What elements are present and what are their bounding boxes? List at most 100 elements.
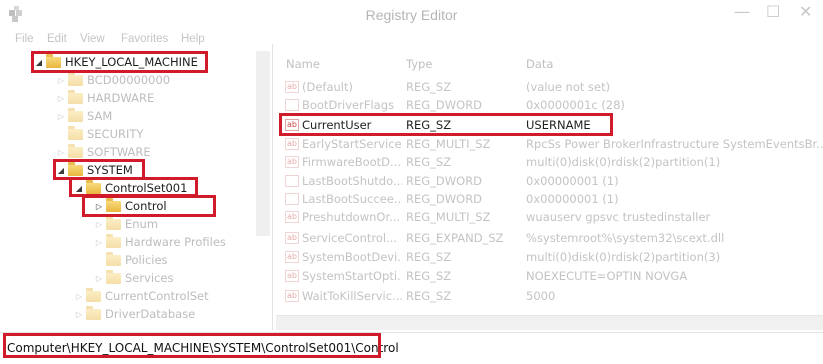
value-data: multi(0)disk(0)rdisk(2)partition(1) (526, 155, 721, 169)
string-value-icon: ab (285, 270, 299, 282)
value-type: REG_SZ (406, 80, 452, 94)
string-value-icon: ab (285, 81, 299, 93)
value-name: LastBootShutdo... (302, 174, 402, 188)
maximize-button[interactable]: ☐ (766, 2, 780, 21)
tree-node-services[interactable]: ▷ Services (94, 269, 174, 287)
value-type: REG_EXPAND_SZ (406, 231, 504, 245)
folder-icon (86, 306, 101, 320)
value-row[interactable]: BootDriverFlags REG_DWORD 0x0000001c (28… (283, 96, 813, 114)
value-name: EarlyStartServices (302, 137, 402, 151)
tree-node-label: Policies (125, 253, 168, 267)
string-value-icon: ab (285, 290, 299, 302)
value-type: REG_SZ (406, 250, 452, 264)
folder-icon (86, 288, 101, 302)
tree-node-label: BCD00000000 (87, 73, 171, 87)
tree-node-label: Services (125, 271, 174, 285)
tree-node-label: DriverDatabase (105, 307, 196, 321)
column-header-data[interactable]: Data (526, 57, 553, 71)
value-data: NOEXECUTE=OPTIN NOVGA (526, 269, 688, 283)
binary-value-icon (285, 175, 299, 187)
value-type: REG_MULTI_SZ (406, 210, 491, 224)
expand-arrow-icon[interactable]: ▷ (94, 234, 104, 252)
tree-node-label: SOFTWARE (87, 145, 151, 159)
value-data: %systemroot%\system32\scext.dll (526, 231, 725, 245)
value-row[interactable]: ab PreshutdownOr... REG_MULTI_SZ wuauser… (283, 208, 813, 226)
highlight-box-currentuser (279, 113, 613, 136)
expand-arrow-icon[interactable]: ▷ (94, 270, 104, 288)
value-row[interactable]: ab ServiceControl... REG_EXPAND_SZ %syst… (283, 229, 813, 247)
folder-icon (68, 126, 83, 140)
tree-node-security[interactable]: SECURITY (56, 125, 143, 143)
close-button[interactable]: ✕ (799, 2, 812, 21)
value-row[interactable]: LastBootSuccee... REG_DWORD 0x00000001 (… (283, 190, 813, 208)
tree-node-hardware[interactable]: ▷ HARDWARE (56, 89, 154, 107)
value-name: SystemBootDevi... (302, 250, 402, 264)
tree-node-label: Enum (125, 217, 159, 231)
expand-arrow-icon[interactable]: ▷ (94, 216, 104, 234)
folder-icon (106, 234, 121, 248)
column-header-name[interactable]: Name (286, 57, 320, 71)
value-type: REG_SZ (406, 155, 452, 169)
tree-node-label: HARDWARE (87, 91, 155, 105)
value-row[interactable]: ab SystemBootDevi... REG_SZ multi(0)disk… (283, 248, 813, 266)
value-data: 5000 (526, 289, 556, 303)
tree-node-label: SAM (87, 109, 113, 123)
value-data: (value not set) (526, 80, 611, 94)
value-name: LastBootSuccee... (302, 192, 402, 206)
value-name: BootDriverFlags (302, 98, 395, 112)
tree-node-label: Hardware Profiles (125, 235, 226, 249)
value-name: (Default) (302, 80, 353, 94)
value-name: PreshutdownOr... (302, 210, 401, 224)
expand-arrow-icon[interactable]: ▷ (56, 72, 66, 90)
tree-vertical-scrollbar[interactable] (256, 51, 270, 236)
binary-value-icon (285, 99, 299, 111)
string-value-icon: ab (285, 232, 299, 244)
folder-icon (106, 270, 121, 284)
tree-node-bcd[interactable]: ▷ BCD00000000 (56, 71, 170, 89)
tree-node-hardware-profiles[interactable]: ▷ Hardware Profiles (94, 233, 226, 251)
value-row[interactable]: ab SystemStartOpti... REG_SZ NOEXECUTE=O… (283, 267, 813, 285)
value-row[interactable]: ab WaitToKillServic... REG_SZ 5000 (283, 287, 813, 305)
value-row[interactable]: LastBootShutdo... REG_DWORD 0x00000001 (… (283, 172, 813, 190)
highlight-box-hklm (31, 51, 208, 73)
tree-node-driverdatabase[interactable]: ▷ DriverDatabase (74, 305, 195, 323)
tree-node-policies[interactable]: Policies (94, 251, 168, 269)
minimize-button[interactable]: — (734, 2, 750, 21)
window-title: Registry Editor (365, 7, 458, 23)
folder-icon (106, 252, 121, 266)
value-row[interactable]: ab FirmwareBootD... REG_SZ multi(0)disk(… (283, 153, 813, 171)
value-row[interactable]: ab (Default) REG_SZ (value not set) (283, 78, 813, 96)
expand-arrow-icon[interactable]: ▷ (74, 306, 84, 324)
value-type: REG_DWORD (406, 174, 483, 188)
highlight-box-controlset001 (69, 177, 198, 197)
expand-arrow-icon[interactable]: ▷ (74, 288, 84, 306)
column-header-type[interactable]: Type (406, 57, 432, 71)
value-data: 0x00000001 (1) (526, 174, 619, 188)
string-value-icon: ab (285, 211, 299, 223)
folder-icon (68, 144, 83, 158)
value-type: REG_SZ (406, 269, 452, 283)
value-type: REG_MULTI_SZ (406, 137, 491, 151)
folder-icon (106, 216, 121, 230)
expand-arrow-icon[interactable]: ▷ (56, 90, 66, 108)
expand-arrow-icon[interactable]: ▷ (56, 108, 66, 126)
value-data: 0x0000001c (28) (526, 98, 625, 112)
title-bar: Registry Editor — ☐ ✕ (0, 0, 823, 32)
value-name: FirmwareBootD... (302, 155, 401, 169)
value-name: SystemStartOpti... (302, 269, 402, 283)
value-type: REG_DWORD (406, 98, 483, 112)
value-data: RpcSs Power BrokerInfrastructure SystemE… (526, 137, 823, 151)
tree-node-enum[interactable]: ▷ Enum (94, 215, 158, 233)
folder-icon (68, 90, 83, 104)
string-value-icon: ab (285, 251, 299, 263)
tree-node-currentcontrolset[interactable]: ▷ CurrentControlSet (74, 287, 209, 305)
value-data: wuauserv gpsvc trustedinstaller (526, 210, 711, 224)
tree-node-label: CurrentControlSet (105, 289, 209, 303)
list-horizontal-scrollbar[interactable] (276, 315, 823, 330)
value-type: REG_SZ (406, 289, 452, 303)
value-name: WaitToKillServic... (302, 289, 402, 303)
value-row[interactable]: ab EarlyStartServices REG_MULTI_SZ RpcSs… (283, 135, 823, 153)
tree-node-sam[interactable]: ▷ SAM (56, 107, 112, 125)
folder-icon (68, 108, 83, 122)
value-type: REG_DWORD (406, 192, 483, 206)
